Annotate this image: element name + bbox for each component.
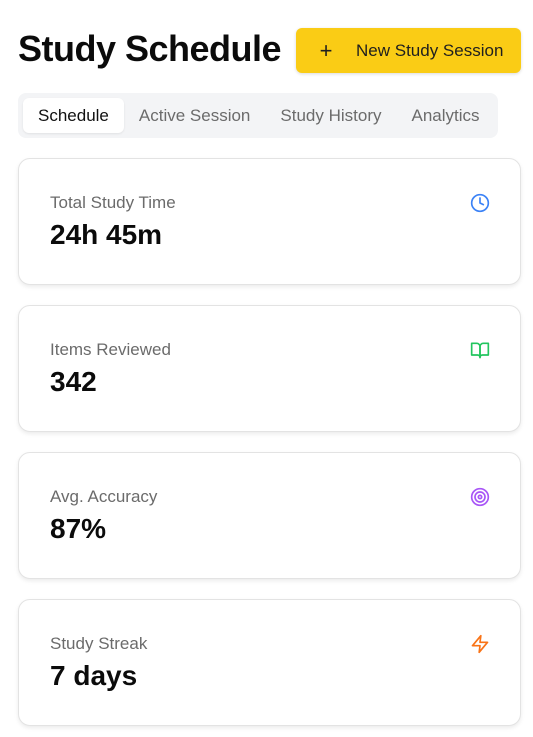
new-study-session-label: New Study Session xyxy=(356,40,504,60)
plus-icon: + xyxy=(319,37,333,63)
clock-icon xyxy=(470,193,490,213)
tab-analytics[interactable]: Analytics xyxy=(396,98,494,133)
stat-value: 342 xyxy=(50,366,97,397)
stat-value: 7 days xyxy=(50,660,138,691)
stat-card-items-reviewed: Items Reviewed 342 xyxy=(18,305,521,432)
stat-label: Avg. Accuracy xyxy=(50,487,158,506)
tab-schedule[interactable]: Schedule xyxy=(23,98,124,133)
stat-card-study-streak: Study Streak 7 days xyxy=(18,599,521,726)
stat-value: 87% xyxy=(50,513,107,544)
stat-value: 24h 45m xyxy=(50,219,163,250)
stat-label: Total Study Time xyxy=(50,193,176,212)
tab-bar: Schedule Active Session Study History An… xyxy=(18,93,498,138)
tab-active-session[interactable]: Active Session xyxy=(124,98,266,133)
page-header: Study Schedule + New Study Session xyxy=(18,22,521,76)
stat-label: Study Streak xyxy=(50,634,148,653)
stat-card-avg-accuracy: Avg. Accuracy 87% xyxy=(18,452,521,579)
stat-label: Items Reviewed xyxy=(50,340,171,359)
target-icon xyxy=(470,487,490,507)
page-title: Study Schedule xyxy=(18,28,282,69)
new-study-session-button[interactable]: + New Study Session xyxy=(296,28,521,73)
zap-icon xyxy=(470,634,490,654)
tab-study-history[interactable]: Study History xyxy=(265,98,396,133)
book-open-icon xyxy=(470,340,490,360)
stat-card-total-study-time: Total Study Time 24h 45m xyxy=(18,158,521,285)
